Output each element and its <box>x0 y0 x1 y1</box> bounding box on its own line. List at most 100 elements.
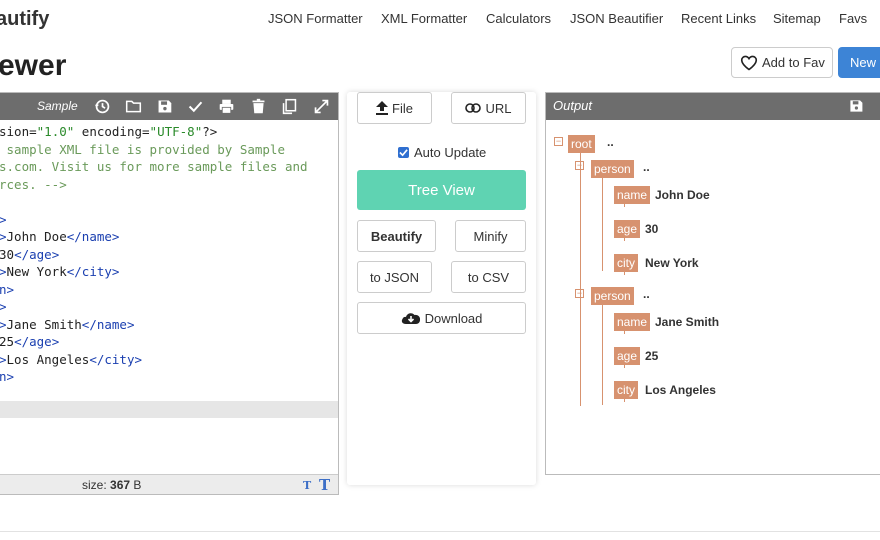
code-token: s.com. Visit us for more sample files an… <box>0 159 308 174</box>
nav-recent-links[interactable]: Recent Links <box>681 11 756 26</box>
nav-json-formatter[interactable]: JSON Formatter <box>268 11 363 26</box>
output-label: Output <box>553 98 593 113</box>
code-line[interactable]: n> <box>0 368 338 386</box>
city-1-tag[interactable]: city <box>614 254 638 272</box>
to-csv-button[interactable]: to CSV <box>451 261 526 293</box>
code-token: 25 <box>0 334 15 349</box>
code-token: </age> <box>14 246 60 262</box>
age-2-tag[interactable]: age <box>614 347 641 365</box>
heart-icon <box>740 55 758 71</box>
code-token: </name> <box>81 316 135 332</box>
nav-sitemap[interactable]: Sitemap <box>773 11 821 26</box>
code-line[interactable]: >New York</city> <box>0 263 338 281</box>
trash-icon[interactable] <box>250 98 267 115</box>
code-line[interactable]: s.com. Visit us for more sample files an… <box>0 158 338 176</box>
root-branch-line <box>580 153 581 406</box>
city-2-value: Los Angeles <box>645 383 716 397</box>
footer-divider <box>0 531 880 532</box>
output-panel[interactable]: Output − root .. − person .. name John D… <box>545 92 880 475</box>
code-token: > <box>0 212 7 227</box>
editor-status-bar: size: 367 B T T <box>0 474 338 494</box>
code-token: 30 <box>0 246 15 262</box>
code-token: Los Angeles <box>6 351 90 367</box>
font-decrease-icon[interactable]: T <box>303 479 311 492</box>
code-line[interactable]: sample XML file is provided by Sample <box>0 141 338 159</box>
code-token: sion= <box>0 124 37 139</box>
person-2-branch-line <box>602 305 603 405</box>
to-json-button[interactable]: to JSON <box>357 261 432 293</box>
auto-update-label: Auto Update <box>414 145 487 160</box>
url-button[interactable]: URL <box>451 92 526 124</box>
tree-view-button[interactable]: Tree View <box>357 170 526 210</box>
code-line[interactable]: n> <box>0 281 338 299</box>
copy-icon[interactable] <box>281 98 298 115</box>
nav-calculators[interactable]: Calculators <box>486 11 551 26</box>
code-line[interactable] <box>0 193 338 211</box>
new-button[interactable]: New <box>838 47 880 78</box>
root-ellipsis: .. <box>607 135 614 149</box>
minify-button[interactable]: Minify <box>455 220 526 252</box>
code-token: </city> <box>66 264 120 279</box>
code-area[interactable]: sion="1.0" encoding="UTF-8"?> sample XML… <box>0 123 338 386</box>
folder-icon[interactable] <box>125 98 142 115</box>
age-2-value: 25 <box>645 349 659 363</box>
name-1-tag[interactable]: name <box>614 186 651 204</box>
code-token: </name> <box>66 229 120 244</box>
file-label: File <box>392 100 413 116</box>
save-icon[interactable] <box>156 98 173 115</box>
xml-editor[interactable]: Sample sion="1.0" encoding="UTF-8"?> sam… <box>0 92 339 495</box>
person-2-collapse-toggle[interactable]: − <box>575 289 584 298</box>
code-line[interactable]: >Jane Smith</name> <box>0 316 338 334</box>
code-line[interactable]: 30</age> <box>0 246 338 264</box>
add-to-fav-button[interactable]: Add to Fav <box>731 47 833 78</box>
save-icon[interactable] <box>848 98 864 114</box>
download-button[interactable]: Download <box>357 302 526 334</box>
size-indicator: size: 367 B <box>82 478 142 492</box>
code-token: n> <box>0 281 15 297</box>
code-token: sample XML file is provided by Sample <box>0 141 285 157</box>
action-panel: File URL Auto Update Tree View Beautify … <box>347 92 536 485</box>
code-line[interactable]: 25</age> <box>0 333 338 351</box>
editor-toolbar: Sample <box>0 93 338 120</box>
code-token: encoding= <box>74 124 150 139</box>
person-2-tag[interactable]: person <box>591 287 634 305</box>
sample-link[interactable]: Sample <box>37 99 78 113</box>
add-to-fav-label: Add to Fav <box>762 55 825 70</box>
root-tag[interactable]: root <box>568 135 595 153</box>
city-2-tag[interactable]: city <box>614 381 638 399</box>
check-icon <box>399 149 408 157</box>
code-token: New York <box>6 264 67 279</box>
nav-favs[interactable]: Favs <box>839 11 867 26</box>
auto-update-checkbox[interactable] <box>398 147 409 158</box>
person-1-tag[interactable]: person <box>591 160 634 178</box>
nav-xml-formatter[interactable]: XML Formatter <box>381 11 467 26</box>
code-line[interactable]: >Los Angeles</city> <box>0 351 338 369</box>
code-line[interactable]: > <box>0 298 338 316</box>
print-icon[interactable] <box>218 98 235 115</box>
person-1-collapse-toggle[interactable]: − <box>575 161 584 170</box>
code-line[interactable]: > <box>0 211 338 229</box>
name-2-tag[interactable]: name <box>614 313 651 331</box>
font-increase-icon[interactable]: T <box>319 476 330 494</box>
check-icon[interactable] <box>187 98 204 115</box>
site-brand[interactable]: autify <box>0 8 49 31</box>
code-line[interactable]: sion="1.0" encoding="UTF-8"?> <box>0 123 338 141</box>
code-line[interactable]: >John Doe</name> <box>0 228 338 246</box>
name-1-value: John Doe <box>655 188 710 202</box>
code-line[interactable]: rces. --> <box>0 176 338 194</box>
code-token: ?> <box>202 124 218 139</box>
history-icon[interactable] <box>94 98 111 115</box>
auto-update-toggle[interactable]: Auto Update <box>398 145 486 160</box>
age-1-tag[interactable]: age <box>614 220 641 238</box>
nav-json-beautifier[interactable]: JSON Beautifier <box>570 11 663 26</box>
name-2-value: Jane Smith <box>655 315 720 329</box>
expand-icon[interactable] <box>313 98 330 115</box>
file-button[interactable]: File <box>357 92 432 124</box>
code-token: n> <box>0 369 15 384</box>
person-2-ellipsis: .. <box>643 287 650 301</box>
city-1-value: New York <box>645 256 699 270</box>
beautify-button[interactable]: Beautify <box>357 220 436 252</box>
root-collapse-toggle[interactable]: − <box>554 137 563 146</box>
code-token: "1.0" <box>36 124 75 139</box>
download-label: Download <box>424 310 483 326</box>
